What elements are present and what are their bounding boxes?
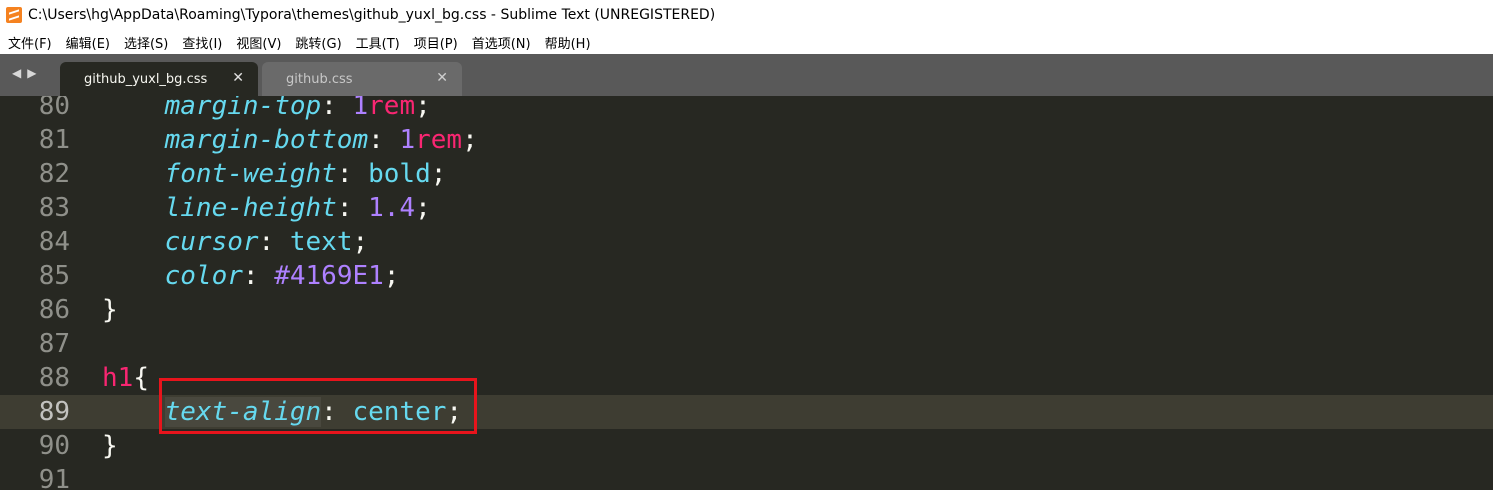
code-token: ; <box>462 125 478 155</box>
menu-tools[interactable]: 工具(T) <box>356 33 400 52</box>
code-line[interactable]: 86} <box>0 293 1493 327</box>
line-number: 90 <box>38 431 70 461</box>
menu-goto[interactable]: 跳转(G) <box>295 33 341 52</box>
code-token: bold <box>368 159 431 189</box>
line-number: 91 <box>38 465 70 490</box>
code-token: margin-top <box>164 96 322 121</box>
menu-selection[interactable]: 选择(S) <box>124 33 168 52</box>
code-token: } <box>102 295 118 325</box>
line-number: 81 <box>38 125 70 155</box>
code-token: : <box>336 159 369 189</box>
line-number: 80 <box>38 96 70 121</box>
menu-view[interactable]: 视图(V) <box>236 33 281 52</box>
line-number: 87 <box>38 329 70 359</box>
line-number: 82 <box>38 159 70 189</box>
menu-preferences[interactable]: 首选项(N) <box>472 33 531 52</box>
code-text: } <box>102 429 118 463</box>
code-token: : <box>242 261 275 291</box>
code-text: cursor: text; <box>102 225 369 259</box>
code-token: ; <box>415 96 431 121</box>
code-line[interactable]: 90} <box>0 429 1493 463</box>
code-line[interactable]: 80 margin-top: 1rem; <box>0 96 1493 123</box>
code-line[interactable]: 91 <box>0 463 1493 490</box>
close-icon[interactable]: ✕ <box>232 70 244 86</box>
code-token: cursor <box>164 227 259 257</box>
close-icon[interactable]: ✕ <box>436 70 448 86</box>
menu-file[interactable]: 文件(F) <box>8 33 52 52</box>
tab-label: github.css <box>286 71 353 87</box>
code-text: margin-bottom: 1rem; <box>102 123 478 157</box>
code-token: ; <box>430 159 447 189</box>
line-number: 83 <box>38 193 70 223</box>
menu-bar: 文件(F) 编辑(E) 选择(S) 查找(I) 视图(V) 跳转(G) 工具(T… <box>0 30 1493 54</box>
code-text: } <box>102 293 118 327</box>
code-token: 1.4 <box>368 193 416 223</box>
code-token: 1 <box>352 96 369 121</box>
title-bar: C:\Users\hg\AppData\Roaming\Typora\theme… <box>0 0 1493 30</box>
code-token: ; <box>415 193 431 223</box>
code-line[interactable]: 85 color: #4169E1; <box>0 259 1493 293</box>
arrow-left-icon[interactable]: ◀ <box>12 66 21 80</box>
code-token: { <box>133 363 149 393</box>
code-token: ; <box>352 227 369 257</box>
menu-project[interactable]: 项目(P) <box>414 33 458 52</box>
tab-bar: ◀ ▶ github_yuxl_bg.css ✕ github.css ✕ <box>0 54 1493 96</box>
sublime-text-app-icon <box>6 7 22 23</box>
code-token: : <box>258 227 290 257</box>
code-token: rem <box>415 125 463 155</box>
code-token: text <box>289 227 353 257</box>
code-token: : <box>336 193 369 223</box>
code-line[interactable]: 83 line-height: 1.4; <box>0 191 1493 225</box>
tab-github-yuxl-bg-css[interactable]: github_yuxl_bg.css ✕ <box>60 62 258 96</box>
code-token: ; <box>383 261 400 291</box>
code-token: color <box>164 261 243 291</box>
code-line[interactable]: 81 margin-bottom: 1rem; <box>0 123 1493 157</box>
line-number: 84 <box>38 227 70 257</box>
code-line[interactable]: 82 font-weight: bold; <box>0 157 1493 191</box>
code-token: } <box>102 431 118 461</box>
line-number: 86 <box>38 295 70 325</box>
code-token: margin-bottom <box>164 125 369 155</box>
code-token: : <box>321 96 353 121</box>
code-text: h1{ <box>102 361 149 395</box>
menu-find[interactable]: 查找(I) <box>182 33 222 52</box>
line-number: 88 <box>38 363 70 393</box>
code-token: font-weight <box>164 159 337 189</box>
tab-label: github_yuxl_bg.css <box>84 71 208 87</box>
tab-github-css[interactable]: github.css ✕ <box>262 62 462 96</box>
line-number: 85 <box>38 261 70 291</box>
window-title: C:\Users\hg\AppData\Roaming\Typora\theme… <box>28 7 716 23</box>
code-text: font-weight: bold; <box>102 157 447 191</box>
code-line[interactable]: 84 cursor: text; <box>0 225 1493 259</box>
menu-help[interactable]: 帮助(H) <box>545 33 591 52</box>
tab-navigation: ◀ ▶ <box>12 66 36 80</box>
code-token: h1 <box>102 363 134 393</box>
code-text: color: #4169E1; <box>102 259 400 293</box>
code-token: 1 <box>399 125 416 155</box>
code-text: line-height: 1.4; <box>102 191 431 225</box>
code-token: #4169E1 <box>274 261 384 291</box>
red-annotation-box <box>159 378 477 434</box>
line-number: 89 <box>38 397 70 427</box>
code-token: : <box>368 125 400 155</box>
code-token: line-height <box>164 193 337 223</box>
code-token: rem <box>368 96 416 121</box>
code-line[interactable]: 87 <box>0 327 1493 361</box>
code-text: margin-top: 1rem; <box>102 96 431 123</box>
menu-edit[interactable]: 编辑(E) <box>66 33 110 52</box>
arrow-right-icon[interactable]: ▶ <box>27 66 36 80</box>
